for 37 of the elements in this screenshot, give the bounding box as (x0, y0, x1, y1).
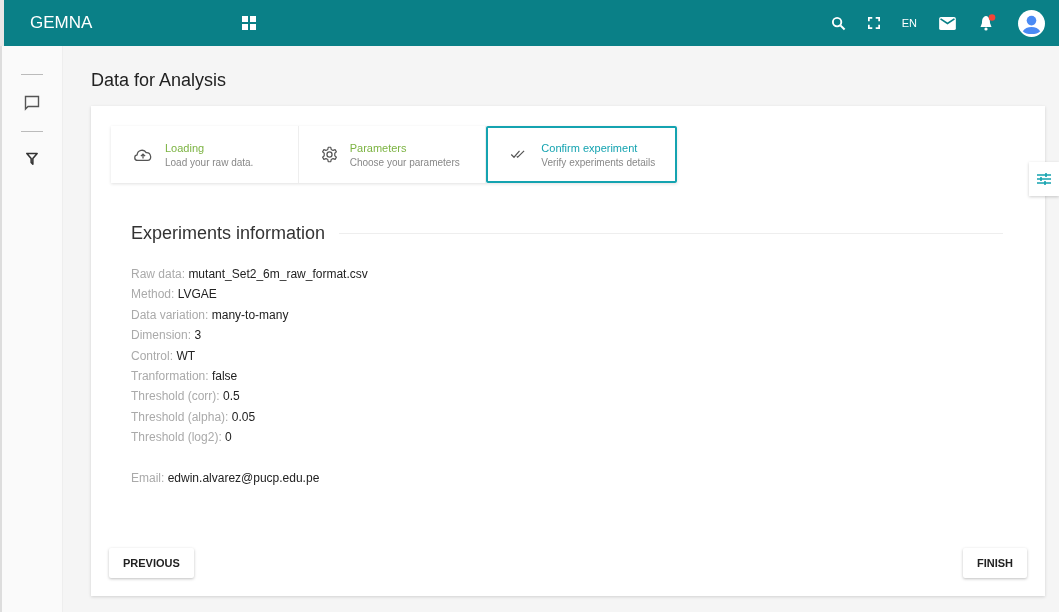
info-line: Raw data: mutant_Set2_6m_raw_format.csv (131, 266, 369, 283)
chat-icon[interactable] (24, 95, 40, 111)
page-title: Data for Analysis (91, 70, 228, 91)
bell-icon[interactable] (978, 14, 996, 32)
filter-icon[interactable] (26, 152, 38, 166)
info-line: Control: WT (131, 347, 197, 365)
cloud-upload-icon (133, 147, 153, 162)
info-line: Email: edwin.alvarez@pucp.edu.pe (131, 469, 321, 487)
search-icon[interactable] (830, 15, 846, 31)
stepper-step[interactable]: Confirm experiment Verify experiments details (486, 126, 677, 183)
step-subtitle: Choose your parameters (349, 156, 460, 168)
info-line: Threshold (corr): 0.5 (131, 388, 241, 406)
sliders-icon (1037, 173, 1051, 185)
stepper-step[interactable]: Parameters Choose your parameters (298, 126, 487, 183)
step-subtitle: Verify experiments details (541, 156, 656, 168)
step-title: Parameters (349, 141, 408, 154)
step-subtitle: Load your raw data. (165, 156, 254, 168)
previous-button[interactable]: PREVIOUS (109, 548, 194, 578)
settings-tab[interactable] (1029, 162, 1059, 196)
language-selector[interactable]: EN (901, 17, 917, 29)
info-line: Data variation: many-to-many (131, 306, 290, 324)
apps-grid-icon[interactable] (242, 16, 256, 30)
mail-icon[interactable] (939, 16, 956, 30)
info-line: Threshold (alpha): 0.05 (131, 408, 257, 426)
stepper-step[interactable]: Loading Load your raw data. (111, 126, 299, 183)
info-line: Tranformation: false (131, 368, 239, 386)
fullscreen-icon[interactable] (867, 17, 880, 29)
avatar-icon[interactable] (1018, 9, 1045, 37)
section-title: Experiments information (131, 223, 326, 244)
info-line: Dimension: 3 (131, 327, 203, 345)
step-title: Confirm experiment (541, 141, 639, 154)
finish-button[interactable]: FINISH (962, 548, 1027, 578)
app-title: GEMNA (30, 13, 94, 33)
gear-icon (320, 146, 338, 163)
info-line: Method: LVGAE (131, 286, 218, 304)
step-title: Loading (165, 141, 206, 154)
info-line: Threshold (log2): 0 (131, 429, 233, 447)
